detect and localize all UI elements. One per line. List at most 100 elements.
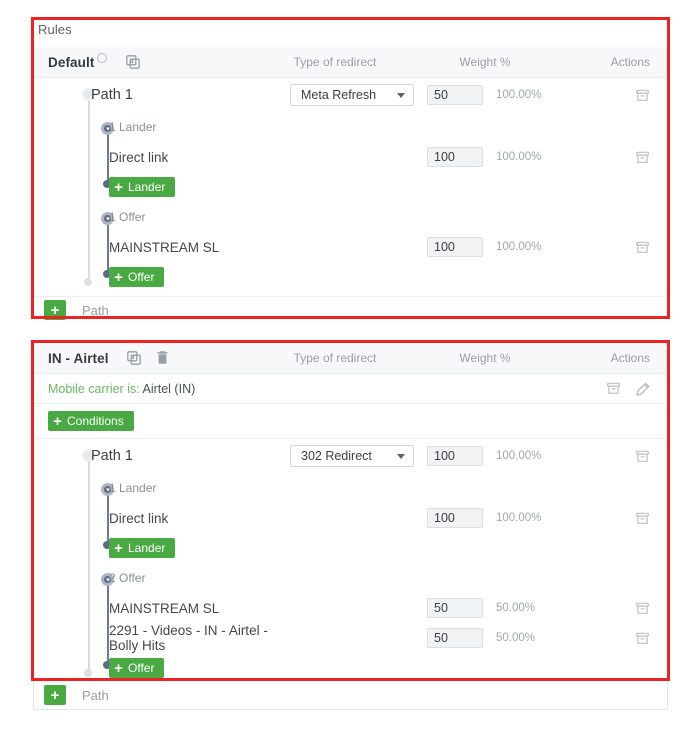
list-item: Direct link 100.00% [34,142,667,172]
group-label: 1 Lander [109,481,157,495]
offer-weight-input[interactable] [427,628,483,648]
condition-text: Mobile carrier is: Airtel (IN) [48,382,195,396]
rule-card-in-airtel: IN - Airtel Type of redirect Weight % Ac… [33,342,668,708]
add-path-row: + Path [34,296,667,323]
rule-title: IN - Airtel [48,350,109,366]
list-item: MAINSTREAM SL 50.00% [34,593,667,623]
column-headers: Type of redirect Weight % Actions [260,351,667,365]
redirect-type-select[interactable]: Meta Refresh [290,84,414,106]
column-header-weight: Weight % [459,55,511,69]
add-offer-label: Offer [128,661,155,675]
add-conditions-row: + Conditions [34,404,667,439]
add-conditions-button[interactable]: + Conditions [48,411,134,431]
add-lander-row: + Lander [34,172,667,202]
offer-weight-percent: 100.00% [496,241,542,253]
group-row-lander: 1 Lander [34,112,667,142]
plus-icon: + [114,268,123,286]
group-label: 2 Offer [109,571,146,585]
group-label: 1 Lander [109,120,157,134]
group-row-offer: 2 Offer [34,563,667,593]
condition-value: Airtel (IN) [142,381,196,396]
offer-weight-input[interactable] [427,598,483,618]
offer-weight-percent: 50.00% [496,602,536,614]
list-item: Direct link 100.00% [34,503,667,533]
redirect-type-select[interactable]: 302 Redirect [290,445,414,467]
plus-icon: + [114,178,123,196]
archive-icon[interactable] [606,381,621,396]
column-header-redirect: Type of redirect [293,55,377,69]
add-lander-label: Lander [128,541,166,555]
lander-weight-percent: 100.00% [496,151,542,163]
duplicate-icon[interactable] [127,351,142,366]
path-weight-input[interactable] [427,85,483,105]
list-item: MAINSTREAM SL 100.00% [34,232,667,262]
add-path-button[interactable]: + [44,300,66,320]
path-weight-percent: 100.00% [496,450,542,462]
add-path-label: Path [82,302,109,318]
offer-name: MAINSTREAM SL [109,600,220,616]
redirect-type-value: 302 Redirect [301,449,372,463]
column-header-actions: Actions [610,55,650,69]
duplicate-icon[interactable] [125,55,140,70]
add-offer-label: Offer [128,270,155,284]
archive-icon[interactable] [635,601,650,616]
column-header-redirect: Type of redirect [293,351,377,365]
group-row-lander: 1 Lander [34,473,667,503]
path-weight-input[interactable] [427,446,483,466]
group-label: 1 Offer [109,210,146,224]
lander-name: Direct link [109,149,169,165]
add-conditions-label: Conditions [67,414,124,428]
archive-icon[interactable] [635,511,650,526]
add-lander-label: Lander [128,180,166,194]
add-path-label: Path [82,687,109,703]
chevron-down-icon [397,92,405,98]
rules-caption: Rules [38,22,72,37]
archive-icon[interactable] [635,631,650,646]
offer-weight-input[interactable] [427,237,483,257]
lander-weight-percent: 100.00% [496,512,542,524]
path-tree-default: Path 1 Meta Refresh 100.00% [34,78,667,296]
path-tree-in-airtel: Path 1 302 Redirect 100.00% [34,439,667,687]
path-title: Path 1 [91,448,133,464]
pencil-icon[interactable] [635,381,650,396]
add-path-button[interactable]: + [44,685,66,705]
condition-row: Mobile carrier is: Airtel (IN) [34,374,667,404]
rule-header-in-airtel: IN - Airtel Type of redirect Weight % Ac… [34,343,667,374]
add-path-row-footer: + Path [33,681,668,710]
plus-icon: + [53,412,62,430]
lander-name: Direct link [109,510,169,526]
archive-icon[interactable] [635,240,650,255]
chevron-down-icon [397,453,405,459]
lander-weight-input[interactable] [427,147,483,167]
group-row-offer: 1 Offer [34,202,667,232]
path-weight-percent: 100.00% [496,89,542,101]
column-header-actions: Actions [610,351,650,365]
info-icon[interactable] [97,53,108,63]
list-item: 2291 - Videos - IN - Airtel - Bolly Hits… [34,623,667,653]
add-offer-button[interactable]: + Offer [109,267,165,287]
add-lander-button[interactable]: + Lander [109,177,176,197]
archive-icon[interactable] [635,150,650,165]
redirect-type-value: Meta Refresh [301,88,377,102]
path-title: Path 1 [91,87,133,103]
add-offer-row: + Offer [34,262,667,292]
trash-icon[interactable] [155,351,170,366]
offer-name: 2291 - Videos - IN - Airtel - Bolly Hits [109,623,268,653]
column-headers: Type of redirect Weight % Actions [260,55,667,69]
lander-weight-input[interactable] [427,508,483,528]
rule-title: Default [48,54,95,70]
archive-icon[interactable] [635,88,650,103]
offer-weight-percent: 50.00% [496,632,536,644]
add-offer-row: + Offer [34,653,667,683]
path-row: Path 1 Meta Refresh 100.00% [34,78,667,112]
archive-icon[interactable] [635,449,650,464]
offer-name: MAINSTREAM SL [109,239,220,255]
plus-icon: + [114,539,123,557]
add-lander-button[interactable]: + Lander [109,538,176,558]
condition-label: Mobile carrier is: [48,381,140,396]
add-offer-button[interactable]: + Offer [109,658,165,678]
plus-icon: + [114,659,123,677]
rule-card-default: Default Type of redirect Weight % Action… [33,19,668,320]
path-row: Path 1 302 Redirect 100.00% [34,439,667,473]
column-header-weight: Weight % [459,351,511,365]
